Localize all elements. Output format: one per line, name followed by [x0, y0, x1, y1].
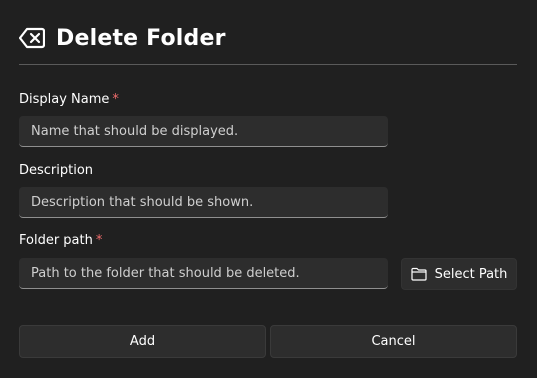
folder-path-label-text: Folder path — [19, 233, 93, 248]
select-path-label: Select Path — [434, 266, 508, 282]
required-marker: * — [112, 92, 119, 107]
folder-path-placeholder: Path to the folder that should be delete… — [31, 265, 300, 281]
display-name-label: Display Name * — [19, 92, 119, 107]
description-input[interactable]: Description that should be shown. — [19, 187, 388, 218]
required-marker: * — [95, 233, 103, 248]
description-placeholder: Description that should be shown. — [31, 194, 254, 210]
folder-path-label: Folder path * — [19, 233, 102, 248]
folder-path-input[interactable]: Path to the folder that should be delete… — [19, 258, 388, 289]
description-label-text: Description — [19, 163, 94, 178]
header-divider — [19, 64, 517, 65]
display-name-label-text: Display Name — [19, 92, 110, 107]
dialog-header: Delete Folder — [18, 24, 226, 52]
display-name-input[interactable]: Name that should be displayed. — [19, 116, 388, 147]
folder-icon — [410, 267, 427, 281]
backspace-icon — [18, 27, 46, 49]
display-name-placeholder: Name that should be displayed. — [31, 123, 239, 139]
cancel-button-label: Cancel — [371, 334, 416, 349]
add-button[interactable]: Add — [19, 325, 266, 358]
cancel-button[interactable]: Cancel — [270, 325, 517, 358]
page-title: Delete Folder — [56, 25, 226, 51]
description-label: Description — [19, 163, 93, 178]
add-button-label: Add — [129, 334, 156, 349]
select-path-button[interactable]: Select Path — [401, 258, 517, 290]
